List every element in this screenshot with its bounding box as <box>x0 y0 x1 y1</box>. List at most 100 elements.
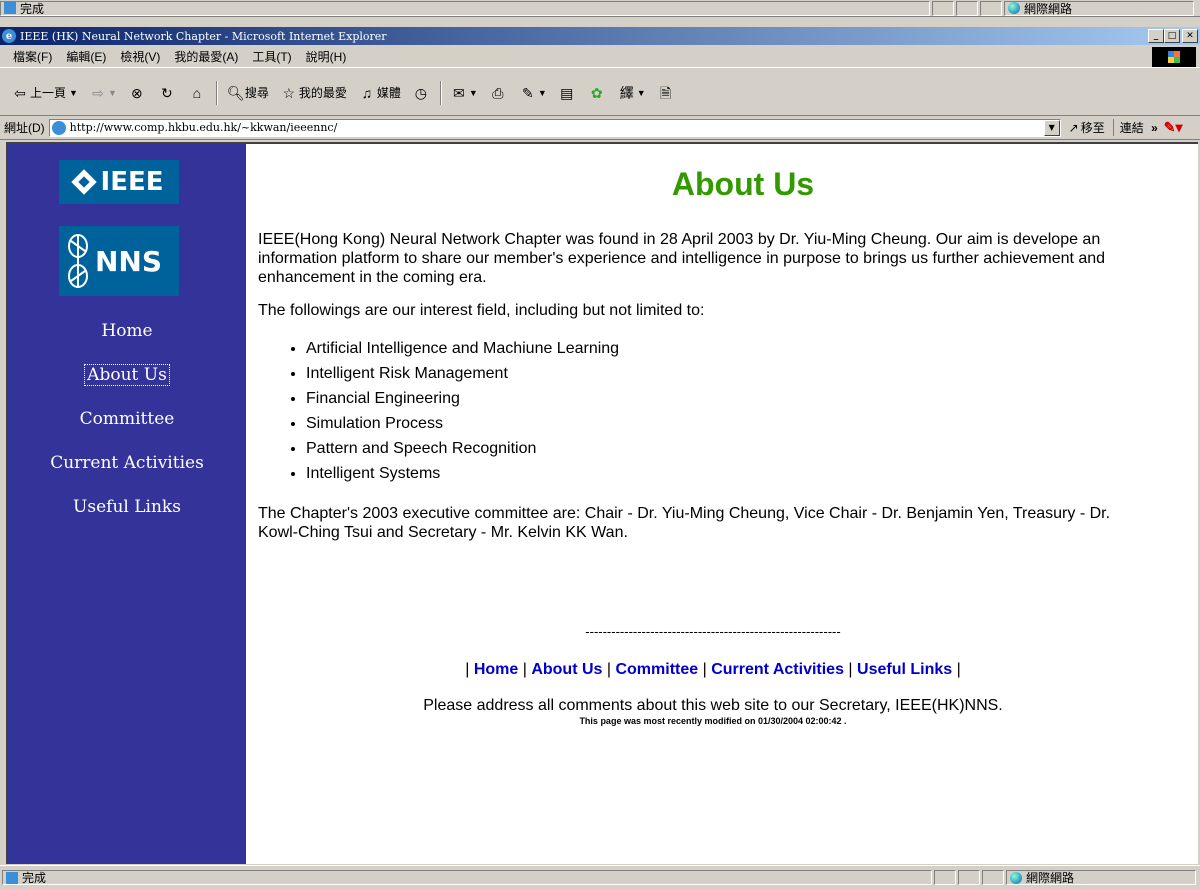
home-icon: ⌂ <box>192 84 202 101</box>
address-dropdown-icon[interactable]: ▼ <box>1043 119 1060 136</box>
committee-paragraph: The Chapter's 2003 executive committee a… <box>258 505 1111 541</box>
print-button[interactable]: ⎙ <box>484 78 514 108</box>
links-button[interactable]: 連結 » <box>1112 119 1158 136</box>
dropdown-arrow-icon[interactable]: ▼ <box>538 88 547 98</box>
media-button[interactable]: ♫ 媒體 <box>353 78 407 108</box>
translate-icon: 繹 <box>619 84 634 101</box>
close-button[interactable]: ✕ <box>1182 29 1198 43</box>
sidebar-item-current-activities[interactable]: Current Activities <box>8 448 246 492</box>
windows-flag-icon <box>1168 51 1180 63</box>
favorites-icon: ☆ <box>282 84 296 101</box>
page-icon <box>51 120 66 135</box>
back-button[interactable]: ⇦ 上一頁 ▼ <box>6 78 84 108</box>
globe-icon <box>1008 2 1020 14</box>
dropdown-arrow-icon[interactable]: ▼ <box>637 88 646 98</box>
forward-button[interactable]: ⇨ ▼ <box>84 78 123 108</box>
mail-button[interactable]: ✉ ▼ <box>445 78 484 108</box>
address-input[interactable]: http://www.comp.hkbu.edu.hk/~kkwan/ieeen… <box>48 118 1061 137</box>
menu-view[interactable]: 檢視(V) <box>113 48 167 65</box>
refresh-icon: ↻ <box>160 84 173 101</box>
acrobat-icon[interactable]: ✎▾ <box>1164 119 1183 136</box>
window-controls: _ □ ✕ <box>1148 29 1198 43</box>
chevron-right-icon[interactable]: » <box>1151 121 1158 135</box>
messenger-button[interactable]: ✿ <box>583 78 613 108</box>
menu-tools[interactable]: 工具(T) <box>245 48 298 65</box>
zone-indicator: 網際網路 <box>1006 870 1196 885</box>
address-label: 網址(D) <box>4 121 45 135</box>
zone-label: 網際網路 <box>1026 871 1075 885</box>
home-button[interactable]: ⌂ <box>183 78 213 108</box>
sidebar-item-useful-links[interactable]: Useful Links <box>8 492 246 536</box>
media-icon: ♫ <box>361 84 373 101</box>
globe-icon <box>1010 871 1022 884</box>
standard-toolbar: ⇦ 上一頁 ▼ ⇨ ▼ ⊗ ↻ ⌂ 🔍︎ 搜尋 ☆ 我的最愛 ♫ 媒體 ◷ ✉ ▼… <box>0 70 1200 116</box>
footer-nav: | Home | About Us | Committee | Current … <box>465 661 961 678</box>
history-button[interactable]: ◷ <box>407 78 437 108</box>
mail-icon: ✉ <box>453 84 465 101</box>
translate-button[interactable]: 繹 ▼ <box>613 78 652 108</box>
favorites-label: 我的最愛 <box>298 86 347 100</box>
top-status-bar: 完成 網際網路 <box>0 0 1200 17</box>
maximize-button[interactable]: □ <box>1164 29 1180 43</box>
status-cell <box>956 0 978 16</box>
window-title-bar[interactable]: e IEEE (HK) Neural Network Chapter - Mic… <box>0 27 1200 45</box>
menu-file[interactable]: 檔案(F) <box>6 48 59 65</box>
menu-help[interactable]: 說明(H) <box>299 48 354 65</box>
status-text: 完成 <box>0 0 930 16</box>
page-icon <box>6 871 18 884</box>
ie-icon: e <box>2 29 16 43</box>
stop-button[interactable]: ⊗ <box>123 78 153 108</box>
go-button[interactable]: ↗ 移至 <box>1069 119 1105 136</box>
list-item: Simulation Process <box>306 411 1198 436</box>
stop-icon: ⊗ <box>130 84 143 101</box>
menu-favorites[interactable]: 我的最愛(A) <box>167 48 245 65</box>
edit-button[interactable]: ✎ ▼ <box>514 78 553 108</box>
footer-link-current-activities[interactable]: Current Activities <box>711 661 844 678</box>
refresh-button[interactable]: ↻ <box>153 78 183 108</box>
status-cell <box>958 870 980 885</box>
minimize-button[interactable]: _ <box>1148 29 1164 43</box>
discuss-button[interactable]: ▤ <box>553 78 583 108</box>
discuss-icon: ▤ <box>560 84 574 101</box>
sidebar-item-home[interactable]: Home <box>8 316 246 360</box>
zone-label: 網際網路 <box>1024 1 1073 16</box>
status-cell <box>934 870 956 885</box>
search-button[interactable]: 🔍︎ 搜尋 <box>221 78 275 108</box>
dropdown-arrow-icon[interactable]: ▼ <box>469 88 478 98</box>
sidebar-item-about-us[interactable]: About Us <box>8 360 246 404</box>
footer-link-useful-links[interactable]: Useful Links <box>857 661 952 678</box>
menu-edit[interactable]: 編輯(E) <box>59 48 113 65</box>
footer-link-committee[interactable]: Committee <box>615 661 698 678</box>
sidebar-item-committee[interactable]: Committee <box>8 404 246 448</box>
nns-logo-text: NNS <box>95 244 163 278</box>
ieee-logo-text: IEEE <box>100 167 164 197</box>
go-arrow-icon: ↗ <box>1068 120 1079 135</box>
list-item: Intelligent Risk Management <box>306 361 1198 386</box>
list-item: Financial Engineering <box>306 386 1198 411</box>
footer-link-home[interactable]: Home <box>474 661 518 678</box>
status-label: 完成 <box>20 1 45 16</box>
messenger-icon: ✿ <box>590 84 603 101</box>
media-label: 媒體 <box>376 86 401 100</box>
footer: ----------------------------------------… <box>258 624 1168 726</box>
main-content: About Us IEEE(Hong Kong) Neural Network … <box>258 144 1198 726</box>
address-bar: 網址(D) http://www.comp.hkbu.edu.hk/~kkwan… <box>0 116 1200 140</box>
favorites-button[interactable]: ☆ 我的最愛 <box>275 78 353 108</box>
status-cell <box>982 870 1004 885</box>
sidebar-item-label: Current Activities <box>50 453 204 473</box>
toolbar-separator <box>215 80 218 105</box>
dropdown-arrow-icon[interactable]: ▼ <box>69 88 78 98</box>
search-label: 搜尋 <box>244 86 269 100</box>
modified-date: This page was most recently modified on … <box>579 716 847 726</box>
sidebar: IEEE NNS Home About Us Committee Current… <box>8 144 246 864</box>
interest-list: Artificial Intelligence and Machiune Lea… <box>306 336 1198 486</box>
status-cell <box>980 0 1002 16</box>
sidebar-item-label: Committee <box>79 409 175 429</box>
research-button[interactable]: 🗎︎ <box>652 78 682 108</box>
intro-paragraph: IEEE(Hong Kong) Neural Network Chapter w… <box>258 231 1106 286</box>
dropdown-arrow-icon[interactable]: ▼ <box>108 88 117 98</box>
search-icon: 🔍︎ <box>226 84 245 101</box>
go-label: 移至 <box>1080 121 1105 135</box>
footer-link-about-us[interactable]: About Us <box>531 661 602 678</box>
address-url[interactable]: http://www.comp.hkbu.edu.hk/~kkwan/ieeen… <box>70 121 1044 134</box>
